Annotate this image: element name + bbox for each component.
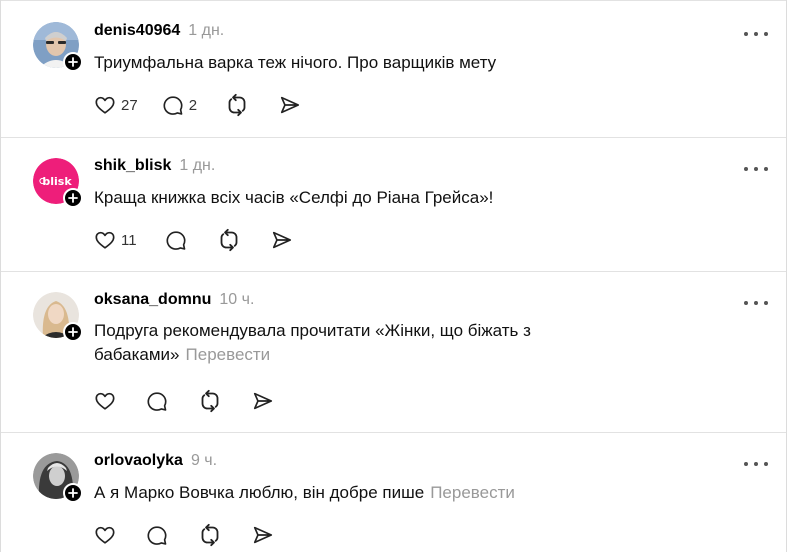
brand-logo: blisk (42, 175, 72, 188)
username[interactable]: shik_blisk (94, 157, 171, 175)
repost-icon (220, 228, 237, 252)
more-icon (744, 32, 748, 36)
post-item[interactable]: oksana_domnu 10 ч. Подруга рекомендувала… (1, 272, 786, 433)
comment-icon (147, 526, 167, 545)
username[interactable]: orlovaolyka (94, 452, 183, 470)
more-icon (744, 167, 748, 171)
like-count: 27 (121, 96, 138, 114)
reply-button[interactable] (146, 389, 168, 413)
repost-icon (201, 523, 219, 547)
like-button[interactable] (94, 523, 116, 547)
repost-button[interactable] (225, 93, 249, 117)
avatar-container[interactable] (33, 453, 83, 503)
post-body: Триумфальна варка теж нічого. Про варщик… (94, 53, 497, 72)
share-button[interactable] (252, 389, 274, 413)
more-icon (744, 462, 748, 466)
like-button[interactable]: 27 (94, 93, 138, 117)
reply-button[interactable] (146, 523, 168, 547)
plus-icon (68, 57, 78, 67)
timestamp[interactable]: 1 дн. (188, 22, 224, 40)
share-button[interactable] (279, 93, 301, 117)
timestamp[interactable]: 1 дн. (179, 157, 215, 175)
send-icon (253, 392, 273, 410)
timestamp[interactable]: 9 ч. (191, 452, 217, 470)
repost-icon (228, 93, 246, 117)
heart-icon (95, 231, 115, 249)
comment-icon (147, 392, 167, 411)
post-text: Подруга рекомендувала прочитати «Жінки, … (94, 319, 594, 367)
more-button[interactable] (744, 162, 768, 176)
translate-link[interactable]: Перевести (430, 483, 515, 502)
follow-button[interactable] (63, 483, 83, 503)
like-count: 11 (121, 231, 137, 249)
follow-button[interactable] (63, 188, 83, 208)
share-button[interactable] (252, 523, 274, 547)
heart-icon (95, 526, 115, 544)
more-button[interactable] (744, 27, 768, 41)
more-icon (744, 301, 748, 305)
plus-icon (68, 488, 78, 498)
avatar-container[interactable] (33, 22, 83, 72)
post-header: oksana_domnu 10 ч. (94, 291, 254, 313)
more-button[interactable] (744, 457, 768, 471)
post-text: А я Марко Вовчка люблю, він добре пише Пе… (94, 481, 654, 505)
translate-link[interactable]: Перевести (186, 345, 271, 364)
timestamp[interactable]: 10 ч. (219, 291, 254, 309)
more-button[interactable] (744, 296, 768, 310)
action-bar: 11 (94, 228, 293, 252)
thread-feed: denis40964 1 дн. Триумфальна варка теж н… (0, 0, 787, 552)
comment-icon (163, 96, 183, 115)
post-text: Триумфальна варка теж нічого. Про варщик… (94, 51, 654, 75)
repost-button[interactable] (198, 389, 222, 413)
heart-icon (95, 392, 115, 410)
action-bar: 27 2 (94, 93, 301, 117)
action-bar (94, 523, 274, 547)
post-header: shik_blisk 1 дн. (94, 157, 215, 179)
post-body: Подруга рекомендувала прочитати «Жінки, … (94, 321, 531, 364)
send-icon (253, 526, 273, 544)
follow-button[interactable] (63, 52, 83, 72)
post-body: А я Марко Вовчка люблю, він добре пише (94, 483, 425, 502)
like-button[interactable]: 11 (94, 228, 137, 252)
plus-icon (68, 193, 78, 203)
avatar-container[interactable]: blisk (33, 158, 83, 208)
plus-icon (68, 327, 78, 337)
post-text: Краща книжка всіх часів «Селфі до Ріана … (94, 186, 654, 210)
share-button[interactable] (271, 228, 293, 252)
follow-button[interactable] (63, 322, 83, 342)
reply-button[interactable]: 2 (162, 93, 197, 117)
heart-icon (95, 96, 115, 114)
post-item[interactable]: blisk shik_blisk 1 дн. Краща книжка всіх… (1, 138, 786, 272)
repost-button[interactable] (217, 228, 241, 252)
like-button[interactable] (94, 389, 116, 413)
post-item[interactable]: denis40964 1 дн. Триумфальна варка теж н… (1, 0, 786, 138)
post-item[interactable]: orlovaolyka 9 ч. А я Марко Вовчка люблю,… (1, 433, 786, 552)
reply-button[interactable] (165, 228, 187, 252)
post-body: Краща книжка всіх часів «Селфі до Ріана … (94, 188, 494, 207)
send-icon (272, 231, 291, 249)
repost-icon (201, 389, 219, 413)
username[interactable]: denis40964 (94, 22, 180, 40)
username[interactable]: oksana_domnu (94, 291, 211, 309)
post-header: denis40964 1 дн. (94, 22, 224, 44)
reply-count: 2 (188, 96, 198, 114)
action-bar (94, 389, 274, 413)
avatar-container[interactable] (33, 292, 83, 342)
post-header: orlovaolyka 9 ч. (94, 452, 217, 474)
send-icon (280, 96, 300, 114)
comment-icon (166, 231, 186, 250)
repost-button[interactable] (198, 523, 222, 547)
